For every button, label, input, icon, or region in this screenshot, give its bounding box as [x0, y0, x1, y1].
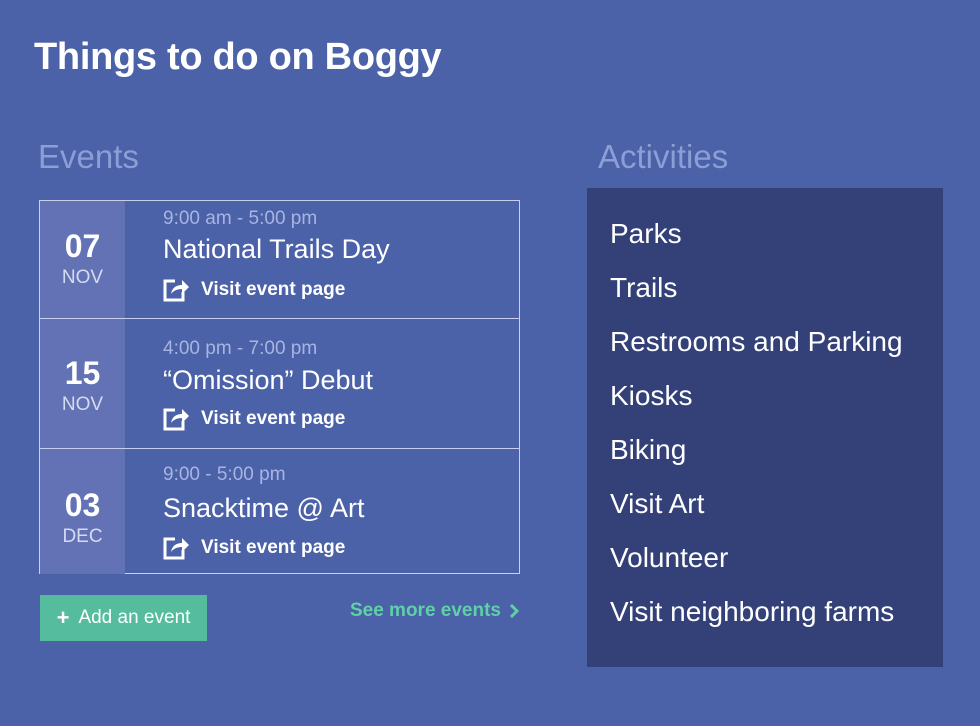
events-heading: Events: [38, 138, 139, 175]
event-name: Snacktime @ Art: [163, 493, 365, 523]
event-day: 03: [64, 487, 101, 523]
event-time: 9:00 - 5:00 pm: [163, 464, 286, 485]
page-title: Things to do on Boggy: [34, 36, 442, 78]
add-event-label: Add an event: [78, 607, 191, 628]
event-name: National Trails Day: [163, 234, 390, 264]
activities-heading: Activities: [598, 138, 729, 175]
visit-event-page-label: Visit event page: [201, 537, 346, 558]
event-day: 15: [64, 355, 101, 391]
event-month: NOV: [61, 267, 104, 288]
share-external-icon: [163, 408, 189, 431]
event-date: 07 NOV: [40, 201, 125, 318]
event-date: 03 DEC: [40, 449, 125, 574]
activity-item-biking[interactable]: Biking: [610, 434, 686, 466]
chevron-right-icon: [509, 603, 519, 619]
activity-item-volunteer[interactable]: Volunteer: [610, 542, 728, 574]
activity-item-restrooms-parking[interactable]: Restrooms and Parking: [610, 326, 903, 358]
event-date: 15 NOV: [40, 319, 125, 448]
visit-event-page-link[interactable]: Visit event page: [162, 277, 345, 303]
activity-item-neighboring-farms[interactable]: Visit neighboring farms: [610, 596, 894, 628]
event-month: NOV: [61, 394, 104, 415]
add-event-button[interactable]: + Add an event: [40, 595, 207, 641]
event-month: DEC: [62, 526, 103, 547]
see-more-events-link[interactable]: See more events: [350, 600, 519, 622]
visit-event-page-label: Visit event page: [201, 279, 346, 300]
event-day: 07: [64, 228, 101, 264]
share-external-icon: [163, 279, 189, 302]
event-item: 03 DEC 9:00 - 5:00 pm Snacktime @ Art Vi…: [40, 448, 519, 574]
event-time: 4:00 pm - 7:00 pm: [163, 338, 318, 359]
event-name: “Omission” Debut: [163, 365, 374, 395]
visit-event-page-link[interactable]: Visit event page: [162, 406, 345, 432]
event-item: 07 NOV 9:00 am - 5:00 pm National Trails…: [40, 201, 519, 318]
see-more-events-label: See more events: [349, 600, 501, 621]
activities-panel: Parks Trails Restrooms and Parking Kiosk…: [587, 188, 943, 667]
share-external-icon: [163, 537, 189, 560]
plus-icon: +: [56, 605, 70, 630]
event-time: 9:00 am - 5:00 pm: [163, 208, 318, 229]
event-item: 15 NOV 4:00 pm - 7:00 pm “Omission” Debu…: [40, 318, 519, 448]
events-list: 07 NOV 9:00 am - 5:00 pm National Trails…: [39, 200, 520, 574]
activity-item-trails[interactable]: Trails: [610, 272, 677, 304]
visit-event-page-link[interactable]: Visit event page: [162, 535, 345, 561]
activity-item-kiosks[interactable]: Kiosks: [610, 380, 692, 412]
visit-event-page-label: Visit event page: [201, 408, 346, 429]
activity-item-visit-art[interactable]: Visit Art: [610, 488, 704, 520]
activity-item-parks[interactable]: Parks: [610, 218, 682, 250]
